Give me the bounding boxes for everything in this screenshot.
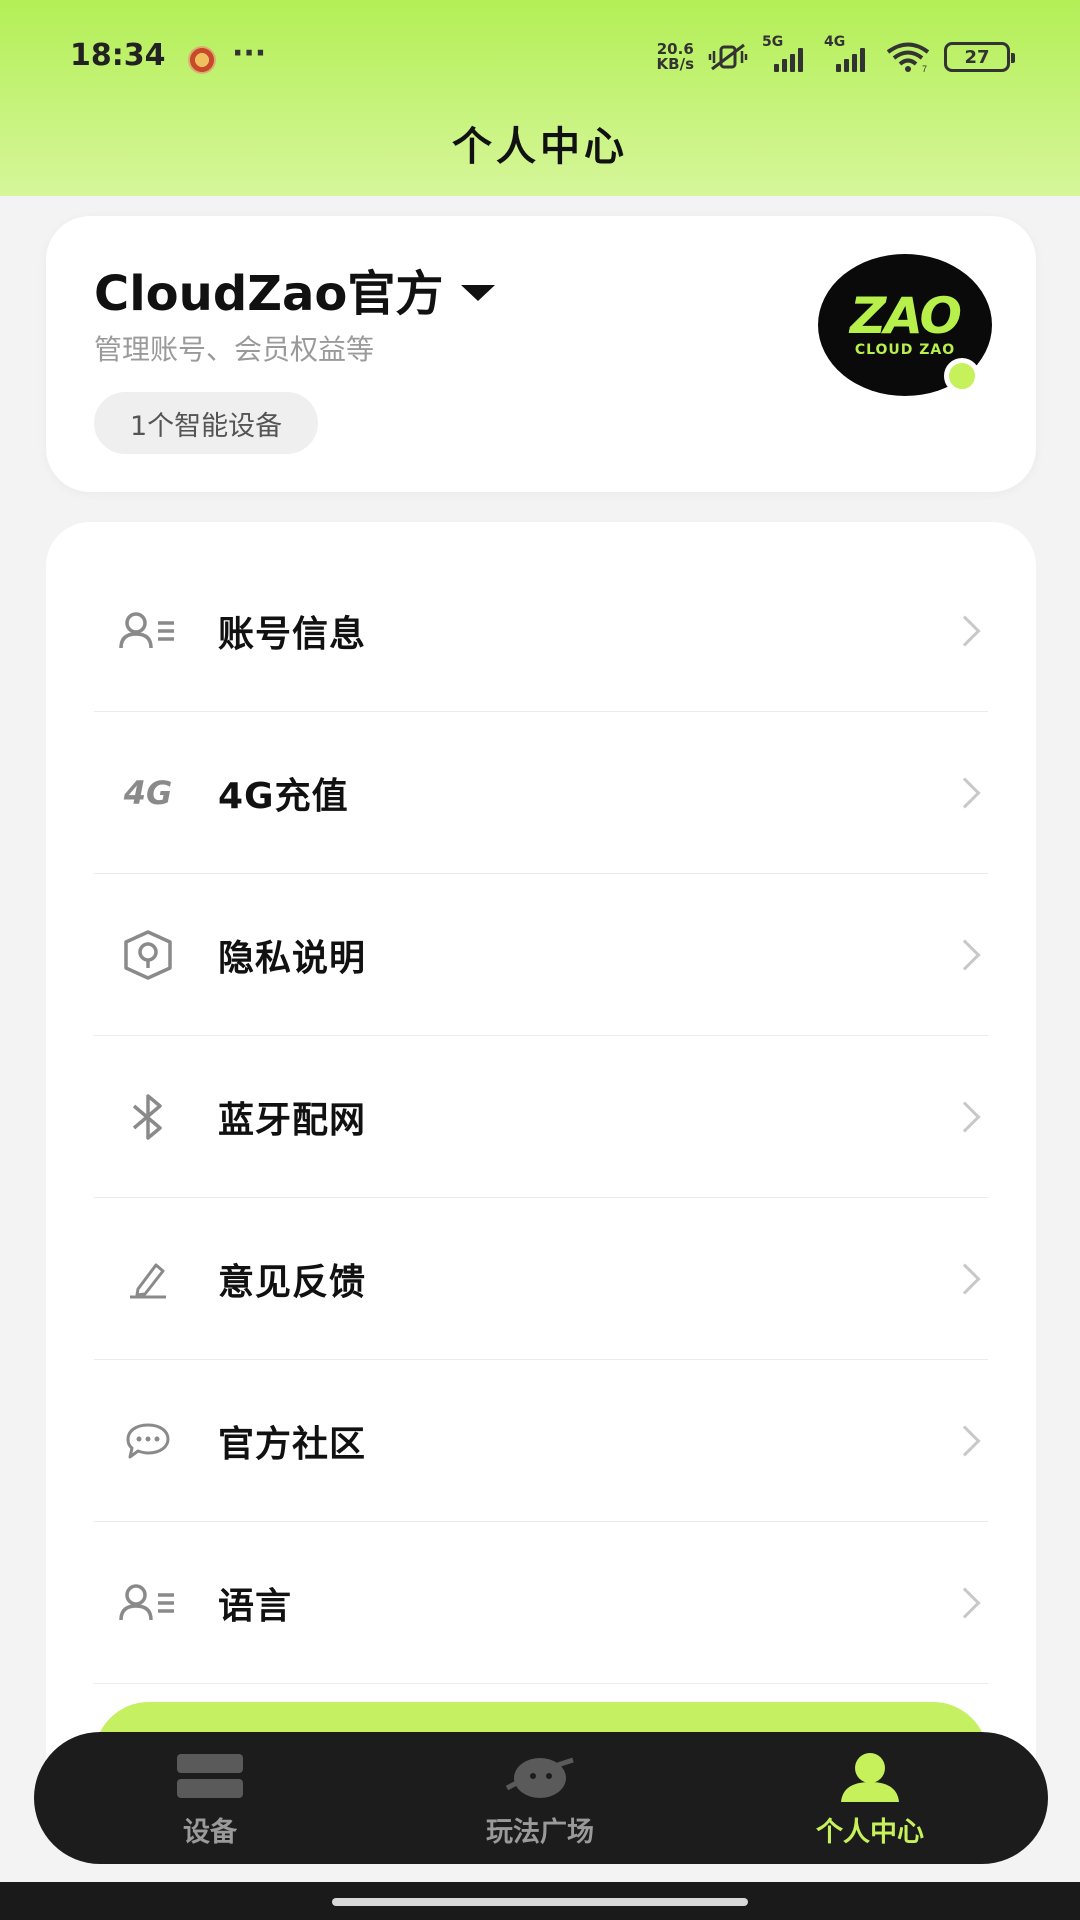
nav-tab-profile[interactable]: 个人中心 (770, 1752, 970, 1852)
account-switcher[interactable]: CloudZao官方 (94, 254, 496, 324)
nav-label: 个人中心 (816, 1817, 924, 1848)
chat-bubble-icon (112, 1405, 184, 1477)
chevron-right-icon (949, 938, 981, 971)
4g-icon-text: 4G (123, 773, 173, 812)
avatar-logo-text: CLOUD ZAO (854, 342, 956, 358)
device-count-chip[interactable]: 1个智能设备 (94, 392, 319, 454)
account-name: CloudZao官方 (94, 266, 444, 322)
privacy-shield-icon (112, 919, 184, 991)
wifi-icon: 7 (886, 42, 930, 73)
signal-4g-icon: 4G (824, 34, 872, 72)
account-list-icon (112, 595, 184, 667)
chevron-right-icon (949, 614, 981, 647)
menu-item-feedback[interactable]: 意见反馈 (94, 1198, 988, 1360)
nav-tab-devices[interactable]: 设备 (110, 1752, 310, 1852)
page-title: 个人中心 (452, 124, 628, 170)
battery-icon: 27 (944, 42, 1015, 72)
status-time: 18:34 (70, 38, 166, 73)
menu-label: 意见反馈 (218, 1261, 367, 1303)
chevron-right-icon (949, 1262, 981, 1295)
chevron-right-icon (949, 1424, 981, 1457)
menu-item-language[interactable]: 语言 (94, 1522, 988, 1684)
menu-label: 4G充值 (218, 775, 349, 817)
planet-icon (505, 1757, 574, 1798)
online-status-dot (944, 358, 980, 394)
menu-item-bluetooth[interactable]: 蓝牙配网 (94, 1036, 988, 1198)
4g-icon: 4G (112, 757, 184, 829)
network-speed: 20.6 KB/s (657, 42, 694, 72)
profile-card[interactable]: CloudZao官方 管理账号、会员权益等 1个智能设备 ZAO CLOUD Z… (46, 216, 1036, 492)
more-notifications-icon: ··· (232, 36, 267, 71)
chevron-right-icon (949, 1586, 981, 1619)
menu-item-privacy[interactable]: 隐私说明 (94, 874, 988, 1036)
signal-5g-icon: 5G (762, 34, 810, 72)
caret-down-icon (461, 285, 496, 301)
home-indicator[interactable] (332, 1898, 748, 1906)
menu-label: 蓝牙配网 (218, 1099, 367, 1141)
vibrate-mute-icon (708, 43, 748, 71)
menu-label: 官方社区 (218, 1423, 367, 1465)
status-bar: 18:34 ··· 20.6 KB/s 5G 4G 7 27 (0, 0, 1080, 116)
network-speed-unit: KB/s (656, 55, 694, 73)
nav-tab-playground[interactable]: 玩法广场 (440, 1752, 640, 1852)
menu-card: 账号信息 4G 4G充值 隐私说明 蓝牙配网 意见反馈 官方社区 语言 (46, 522, 1036, 1822)
chevron-right-icon (949, 1100, 981, 1133)
nav-label: 设备 (183, 1817, 237, 1848)
person-icon (841, 1753, 899, 1802)
nav-label: 玩法广场 (486, 1817, 594, 1848)
menu-label: 语言 (218, 1585, 293, 1627)
emblem-icon (188, 46, 216, 74)
menu-item-account-info[interactable]: 账号信息 (94, 550, 988, 712)
menu-item-community[interactable]: 官方社区 (94, 1360, 988, 1522)
chevron-right-icon (949, 776, 981, 809)
menu-item-4g-recharge[interactable]: 4G 4G充值 (94, 712, 988, 874)
pen-icon (112, 1243, 184, 1315)
account-list-icon (112, 1567, 184, 1639)
status-icons: 20.6 KB/s 5G 4G 7 27 (657, 34, 1015, 74)
profile-subtitle: 管理账号、会员权益等 (94, 333, 375, 366)
wifi-sub-label: 7 (922, 64, 927, 73)
device-server-icon (177, 1754, 243, 1798)
avatar-logo-mark: ZAO (850, 287, 962, 345)
menu-label: 账号信息 (218, 613, 367, 655)
bluetooth-icon (112, 1081, 184, 1153)
bottom-nav: 设备 玩法广场 个人中心 (34, 1732, 1048, 1864)
menu-label: 隐私说明 (218, 937, 367, 979)
